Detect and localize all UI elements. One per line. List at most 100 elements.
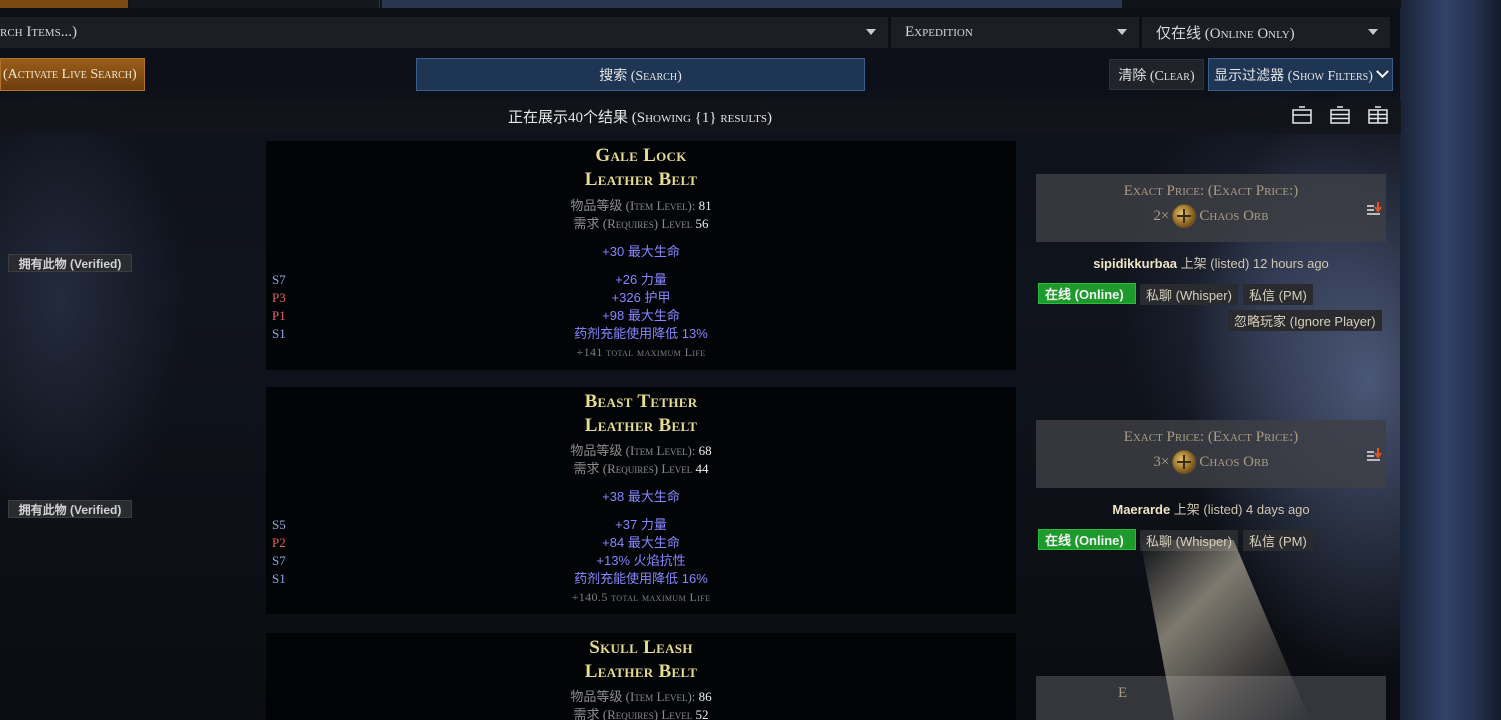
mod-text: 药剂充能使用降低 13% [574,326,708,341]
verified-badge: 拥有此物 (Verified) [8,500,132,518]
pm-button[interactable]: 私信 (PM) [1243,530,1313,551]
seller-info: Maerarde 上架 (listed) 4 days ago [1036,499,1386,518]
seller-info: sipidikkurbaa 上架 (listed) 12 hours ago [1036,253,1386,272]
explicit-mod: P1 +98 最大生命 [266,307,1016,325]
listed-time: 上架 (listed) 4 days ago [1173,502,1310,517]
tab-banner[interactable] [382,0,1122,8]
listed-time: 上架 (listed) 12 hours ago [1180,256,1329,271]
mod-text: +98 最大生命 [602,308,680,323]
mod-tier: S5 [272,517,286,532]
mod-tier: P2 [272,535,286,550]
whisper-button[interactable]: 私聊 (Whisper) [1140,284,1238,305]
explicit-mod: S1 药剂充能使用降低 13% [266,325,1016,343]
requirement-label: 需求 (Requires) Level [573,216,693,231]
live-search-button[interactable]: (Activate Live Search) [0,58,145,91]
league-select[interactable]: Expedition [891,17,1139,48]
sort-price-icon[interactable] [1366,202,1382,216]
item-card[interactable]: Skull Leash Leather Belt 物品等级 (Item Leve… [266,633,1016,720]
price-quantity: 2× [1153,207,1170,224]
item-level-value: 86 [698,689,712,704]
mod-tier: P3 [272,290,286,305]
chevron-down-icon [1376,65,1389,79]
item-level-label: 物品等级 (Item Level): [570,198,696,213]
price-panel: Exact Price: (Exact Price:) 2× Chaos Orb [1036,174,1386,242]
mod-tier: P1 [272,308,286,323]
seller-name[interactable]: Maerarde [1112,502,1170,517]
price-panel: Exact Price: (Exact Price:) 3× Chaos Orb [1036,420,1386,488]
list-view-icon[interactable] [1292,106,1312,124]
currency-name: Chaos Orb [1199,207,1269,224]
pseudo-total-life: +141 total maximum Life [576,345,706,359]
price-amount: 2× Chaos Orb [1036,204,1386,228]
caret-down-icon [866,29,876,35]
requirement-value: 56 [695,216,709,231]
requirement-value: 44 [695,461,709,476]
verified-badge: 拥有此物 (Verified) [8,254,132,272]
price-quantity: 3× [1153,453,1170,470]
item-requirement: 需求 (Requires) Level 52 [266,706,1016,720]
requirement-value: 52 [695,707,709,720]
requirement-label: 需求 (Requires) Level [573,707,693,720]
implicit-mod: +30 最大生命 [602,244,680,259]
explicit-mod: S7 +13% 火焰抗性 [266,552,1016,570]
ignore-player-button[interactable]: 忽略玩家 (Ignore Player) [1228,310,1382,331]
tab-search[interactable] [0,0,128,8]
implicit-mod: +38 最大生命 [602,489,680,504]
item-base: Leather Belt [584,169,698,190]
explicit-mod: P3 +326 护甲 [266,289,1016,307]
caret-down-icon [1368,29,1378,35]
compact-view-icon[interactable] [1330,106,1350,124]
online-status-label: 仅在线 (Online Only) [1156,26,1295,42]
item-card[interactable]: Gale Lock Leather Belt 物品等级 (Item Level)… [266,141,1016,370]
explicit-mod: S1 药剂充能使用降低 16% [266,570,1016,588]
grid-view-icon[interactable] [1368,106,1388,124]
item-level-label: 物品等级 (Item Level): [570,443,696,458]
seller-name[interactable]: sipidikkurbaa [1093,256,1177,271]
item-requirement: 需求 (Requires) Level 44 [266,460,1016,478]
mod-text: +326 护甲 [611,290,671,305]
results-count: 正在展示40个结果 (Showing {1} results) [508,110,772,126]
item-level-label: 物品等级 (Item Level): [570,689,696,704]
mod-text: +13% 火焰抗性 [596,553,686,568]
chaos-orb-icon [1172,450,1197,474]
mod-tier: S7 [272,553,286,568]
requirement-label: 需求 (Requires) Level [573,461,693,476]
item-name: Skull Leash [589,637,693,658]
online-badge: 在线 (Online) [1038,283,1136,304]
pm-button[interactable]: 私信 (PM) [1243,284,1313,305]
item-level: 物品等级 (Item Level): 68 [266,442,1016,460]
item-level: 物品等级 (Item Level): 86 [266,688,1016,706]
price-label: Exact Price: (Exact Price:) [1123,183,1299,199]
clear-button[interactable]: 清除 (Clear) [1109,59,1204,90]
pseudo-total-life: +140.5 total maximum Life [571,590,711,604]
search-items-select[interactable]: rch Items...) [0,17,888,48]
show-filters-button[interactable]: 显示过滤器 (Show Filters) [1208,58,1393,91]
item-base: Leather Belt [584,415,698,436]
caret-down-icon [1117,29,1127,35]
sort-price-icon[interactable] [1366,448,1382,462]
mod-text: +37 力量 [615,517,667,532]
mod-tier: S1 [272,326,286,341]
item-name: Beast Tether [584,391,698,412]
explicit-mod: S7 +26 力量 [266,271,1016,289]
search-items-label: rch Items...) [0,24,77,40]
search-button[interactable]: 搜索 (Search) [416,58,865,91]
explicit-mod: P2 +84 最大生命 [266,534,1016,552]
chaos-orb-icon [1172,204,1197,228]
online-status-select[interactable]: 仅在线 (Online Only) [1142,17,1390,48]
tab-secondary[interactable] [130,0,380,8]
show-filters-label: 显示过滤器 (Show Filters) [1214,68,1373,84]
item-card[interactable]: Beast Tether Leather Belt 物品等级 (Item Lev… [266,387,1016,614]
item-level-value: 81 [698,198,712,213]
mod-tier: S1 [272,571,286,586]
mod-text: 药剂充能使用降低 16% [574,571,708,586]
item-name: Gale Lock [595,145,687,166]
league-label: Expedition [905,24,973,40]
item-level-value: 68 [698,443,712,458]
background-edge [1400,0,1501,720]
mod-text: +26 力量 [615,272,667,287]
explicit-mod: S5 +37 力量 [266,516,1016,534]
online-badge: 在线 (Online) [1038,529,1136,550]
price-label: Exact Price: (Exact Price:) [1123,429,1299,445]
item-requirement: 需求 (Requires) Level 56 [266,215,1016,233]
